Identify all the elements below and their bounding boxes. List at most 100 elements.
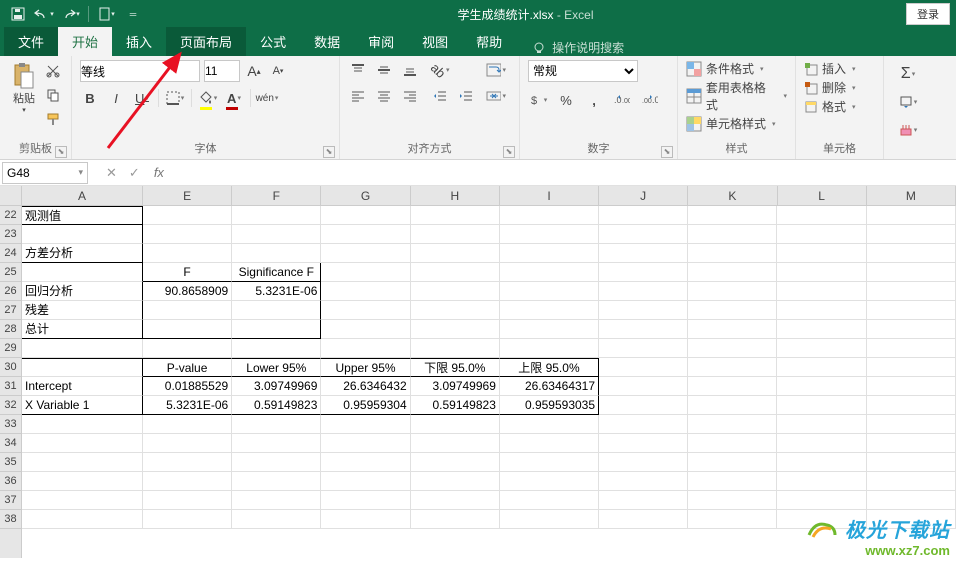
formula-input[interactable] [168, 162, 956, 184]
delete-cells-button[interactable]: 删除▾ [804, 79, 875, 96]
cell[interactable] [143, 453, 232, 472]
tab-page-layout[interactable]: 页面布局 [166, 27, 246, 56]
clear-icon[interactable]: ▾ [898, 120, 918, 140]
cell[interactable] [867, 320, 956, 339]
tab-insert[interactable]: 插入 [112, 27, 166, 56]
cell[interactable] [500, 301, 599, 320]
cell[interactable] [599, 377, 688, 396]
border-icon[interactable]: ▾ [165, 88, 185, 108]
row-header[interactable]: 29 [0, 339, 21, 358]
cell[interactable]: F [143, 263, 232, 282]
cell[interactable] [599, 396, 688, 415]
cell[interactable]: P-value [143, 358, 232, 377]
cell[interactable] [143, 472, 232, 491]
cell[interactable] [411, 301, 500, 320]
column-header[interactable]: M [867, 186, 956, 205]
cell[interactable] [688, 415, 777, 434]
cell[interactable] [232, 339, 321, 358]
column-header[interactable]: J [599, 186, 688, 205]
cell[interactable] [599, 358, 688, 377]
column-header[interactable]: I [500, 186, 599, 205]
cell[interactable] [500, 415, 599, 434]
format-cells-button[interactable]: 格式▾ [804, 98, 875, 115]
merge-icon[interactable]: ▾ [486, 86, 506, 106]
cell[interactable]: 3.09749969 [232, 377, 321, 396]
orientation-icon[interactable]: ab▾ [430, 60, 450, 80]
fx-icon[interactable]: fx [154, 165, 164, 180]
cell[interactable]: Intercept [22, 377, 143, 396]
comma-icon[interactable]: , [584, 90, 604, 110]
column-header[interactable]: L [778, 186, 867, 205]
cell[interactable] [500, 472, 599, 491]
cell[interactable] [22, 339, 143, 358]
cell[interactable]: 0.95959304 [321, 396, 410, 415]
cell[interactable] [321, 320, 410, 339]
cell[interactable] [143, 339, 232, 358]
cell[interactable]: 90.8658909 [143, 282, 232, 301]
cell[interactable]: 下限 95.0% [411, 358, 500, 377]
column-header[interactable]: A [22, 186, 143, 205]
tab-help[interactable]: 帮助 [462, 27, 516, 56]
increase-decimal-icon[interactable]: .0.00 [612, 90, 632, 110]
cell[interactable] [321, 339, 410, 358]
cell[interactable] [500, 206, 599, 225]
cell[interactable] [777, 434, 866, 453]
cell[interactable]: 0.959593035 [500, 396, 599, 415]
tab-data[interactable]: 数据 [300, 27, 354, 56]
tab-review[interactable]: 审阅 [354, 27, 408, 56]
phonetic-icon[interactable]: wén▾ [257, 88, 277, 108]
cell[interactable] [232, 472, 321, 491]
align-middle-icon[interactable] [374, 60, 394, 80]
cell[interactable] [599, 206, 688, 225]
row-header[interactable]: 35 [0, 453, 21, 472]
percent-icon[interactable]: % [556, 90, 576, 110]
cell-style-button[interactable]: 单元格样式▾ [686, 115, 787, 132]
cell[interactable] [777, 453, 866, 472]
cell[interactable] [232, 301, 321, 320]
cell[interactable] [688, 244, 777, 263]
cell[interactable] [143, 510, 232, 529]
cell[interactable] [500, 510, 599, 529]
cell[interactable] [688, 263, 777, 282]
cell[interactable] [22, 415, 143, 434]
font-name-select[interactable] [80, 60, 200, 82]
cell[interactable] [411, 206, 500, 225]
fill-icon[interactable]: ▾ [898, 92, 918, 112]
cell[interactable] [321, 415, 410, 434]
cell[interactable] [599, 434, 688, 453]
align-right-icon[interactable] [400, 86, 420, 106]
cell[interactable] [22, 434, 143, 453]
clipboard-launcher[interactable]: ⬊ [55, 146, 67, 158]
cell[interactable] [777, 339, 866, 358]
cell[interactable] [688, 282, 777, 301]
align-center-icon[interactable] [374, 86, 394, 106]
column-header[interactable]: G [321, 186, 410, 205]
cell[interactable] [688, 358, 777, 377]
new-doc-icon[interactable]: ▾ [95, 3, 119, 25]
cell[interactable] [321, 301, 410, 320]
select-all-corner[interactable] [0, 186, 21, 206]
row-header[interactable]: 26 [0, 282, 21, 301]
cell[interactable] [688, 491, 777, 510]
conditional-format-button[interactable]: 条件格式▾ [686, 60, 787, 77]
cell[interactable] [867, 415, 956, 434]
cell[interactable] [599, 472, 688, 491]
number-format-select[interactable]: 常规 [528, 60, 638, 82]
cell[interactable] [777, 282, 866, 301]
cell[interactable] [500, 453, 599, 472]
cell[interactable] [143, 415, 232, 434]
cell[interactable] [411, 415, 500, 434]
insert-cells-button[interactable]: 插入▾ [804, 60, 875, 77]
cell[interactable] [232, 453, 321, 472]
cell[interactable] [599, 491, 688, 510]
cell[interactable] [867, 225, 956, 244]
column-header[interactable]: H [411, 186, 500, 205]
cell[interactable] [411, 263, 500, 282]
cell[interactable] [232, 491, 321, 510]
font-color-icon[interactable]: A▾ [224, 88, 244, 108]
cell[interactable] [867, 491, 956, 510]
cell[interactable] [599, 244, 688, 263]
cell[interactable]: Lower 95% [232, 358, 321, 377]
decrease-indent-icon[interactable] [430, 86, 450, 106]
row-header[interactable]: 38 [0, 510, 21, 529]
